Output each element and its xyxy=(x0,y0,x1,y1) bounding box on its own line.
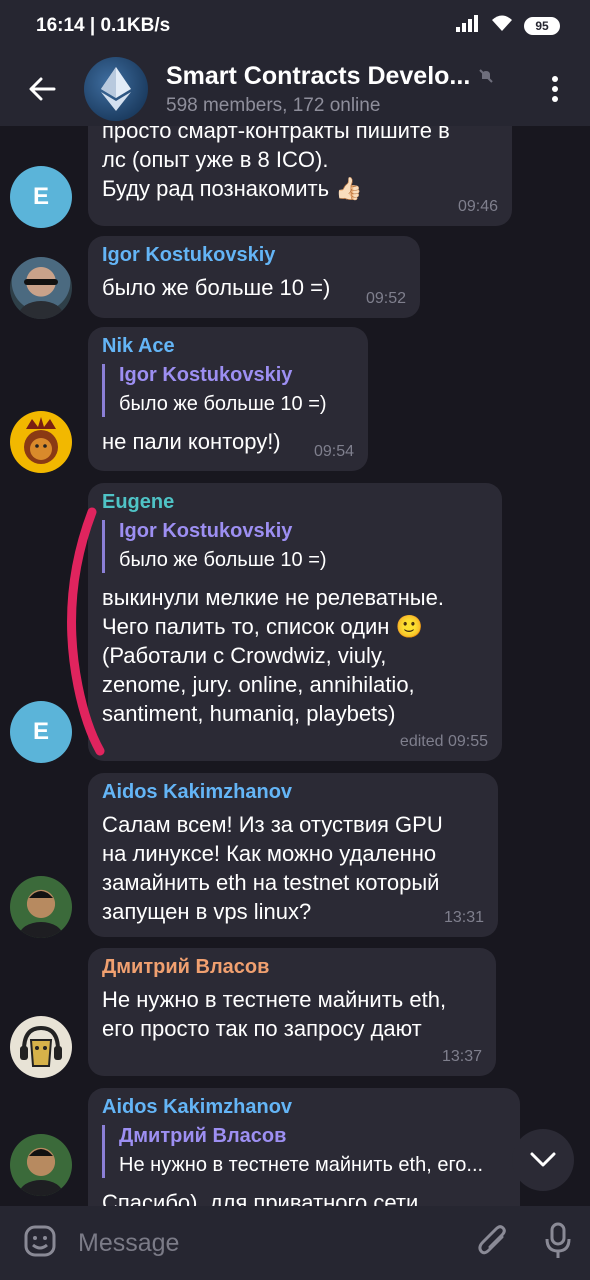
group-avatar[interactable] xyxy=(84,57,148,121)
message-time: 13:37 xyxy=(441,1048,482,1065)
user-photo-icon xyxy=(19,891,63,938)
avatar[interactable] xyxy=(10,1016,72,1078)
chevron-down-icon xyxy=(530,1152,556,1167)
reply-sender: Igor Kostukovskiy xyxy=(119,520,293,542)
message-bubble[interactable]: Igor Kostukovskiy было же больше 10 =) 0… xyxy=(88,236,420,318)
sender-name[interactable]: Nik Ace xyxy=(102,335,354,358)
battery-icon: 95 xyxy=(524,17,560,35)
message-bubble[interactable]: просто смарт-контракты пишите в лс (опыт… xyxy=(88,126,512,226)
more-vertical-icon xyxy=(552,76,558,102)
message-text: Салам всем! Из за отуствия GPU на линукс… xyxy=(102,812,443,924)
reply-quote[interactable]: Igor Kostukovskiy было же больше 10 =) xyxy=(102,520,488,573)
message-text: Не нужно в тестнете майнить eth, его про… xyxy=(102,987,447,1041)
status-time: 16:14 | 0.1KB/s xyxy=(36,15,171,36)
group-title: Smart Contracts Develo... xyxy=(166,61,471,90)
sender-name[interactable]: Aidos Kakimzhanov xyxy=(102,1096,506,1119)
message-time: edited 09:55 xyxy=(399,733,488,750)
sender-name[interactable]: Дмитрий Власов xyxy=(102,956,482,979)
message-bubble[interactable]: Nik Ace Igor Kostukovskiy было же больше… xyxy=(88,327,368,471)
back-button[interactable] xyxy=(0,52,84,126)
lion-logo-icon xyxy=(24,417,58,464)
message-time: 09:52 xyxy=(365,290,406,307)
wifi-icon xyxy=(490,14,514,38)
avatar[interactable] xyxy=(10,1134,72,1196)
status-icons: 95 xyxy=(456,14,560,38)
avatar[interactable] xyxy=(10,257,72,319)
signal-icon xyxy=(456,14,480,38)
status-bar: 16:14 | 0.1KB/s 95 xyxy=(0,0,590,52)
sender-name[interactable]: Eugene xyxy=(102,491,488,514)
message-text: было же больше 10 =) xyxy=(102,275,331,300)
message-bubble[interactable]: Aidos Kakimzhanov Салам всем! Из за отус… xyxy=(88,773,498,937)
message-text: Спасибо), для приватного сети xyxy=(102,1190,419,1206)
reply-text: было же больше 10 =) xyxy=(119,393,327,415)
message-time: 09:54 xyxy=(313,443,354,460)
more-menu-button[interactable] xyxy=(520,52,590,126)
message-text: выкинули мелкие не релеватные. Чего пали… xyxy=(102,585,444,726)
microphone-icon[interactable] xyxy=(544,1222,572,1265)
reply-text: было же больше 10 =) xyxy=(119,549,327,571)
message-text: просто смарт-контракты пишите в лс (опыт… xyxy=(102,126,450,201)
reply-quote[interactable]: Дмитрий Власов Не нужно в тестнете майни… xyxy=(102,1125,506,1178)
message-time: 13:31 xyxy=(443,909,484,926)
avatar[interactable]: E xyxy=(10,701,72,763)
paperclip-icon[interactable] xyxy=(476,1223,510,1264)
message-bubble[interactable]: Eugene Igor Kostukovskiy было же больше … xyxy=(88,483,502,761)
sender-name[interactable]: Igor Kostukovskiy xyxy=(102,244,406,267)
input-actions xyxy=(476,1222,572,1265)
message-input-bar: Message xyxy=(0,1206,590,1280)
group-members: 598 members, 172 online xyxy=(166,94,381,116)
message-input[interactable]: Message xyxy=(78,1229,476,1258)
message-bubble[interactable]: Дмитрий Власов Не нужно в тестнете майни… xyxy=(88,948,496,1076)
user-photo-icon xyxy=(19,1149,63,1196)
ethereum-logo-icon xyxy=(101,67,131,111)
chat-header: Smart Contracts Develo... 598 members, 1… xyxy=(0,52,590,126)
reply-sender: Дмитрий Власов xyxy=(119,1125,287,1147)
group-title-row: Smart Contracts Develo... xyxy=(166,62,520,91)
reply-quote[interactable]: Igor Kostukovskiy было же больше 10 =) xyxy=(102,364,354,417)
message-time: 09:46 xyxy=(457,198,498,215)
muted-bell-icon xyxy=(479,69,493,83)
avatar[interactable] xyxy=(10,411,72,473)
message-list[interactable]: просто смарт-контракты пишите в лс (опыт… xyxy=(0,126,590,1206)
header-info[interactable]: Smart Contracts Develo... 598 members, 1… xyxy=(166,62,520,117)
user-photo-icon xyxy=(19,279,63,319)
scroll-down-button[interactable] xyxy=(512,1129,574,1191)
reply-sender: Igor Kostukovskiy xyxy=(119,364,293,386)
message-bubble[interactable]: Aidos Kakimzhanov Дмитрий Власов Не нужн… xyxy=(88,1088,520,1206)
sender-name[interactable]: Aidos Kakimzhanov xyxy=(102,781,484,804)
reply-text: Не нужно в тестнете майнить eth, его... xyxy=(119,1154,484,1176)
avatar[interactable] xyxy=(10,876,72,938)
arrow-left-icon xyxy=(29,77,56,101)
headphones-face-icon xyxy=(20,1025,62,1067)
avatar[interactable]: E xyxy=(10,166,72,228)
sticker-icon[interactable] xyxy=(22,1223,58,1264)
